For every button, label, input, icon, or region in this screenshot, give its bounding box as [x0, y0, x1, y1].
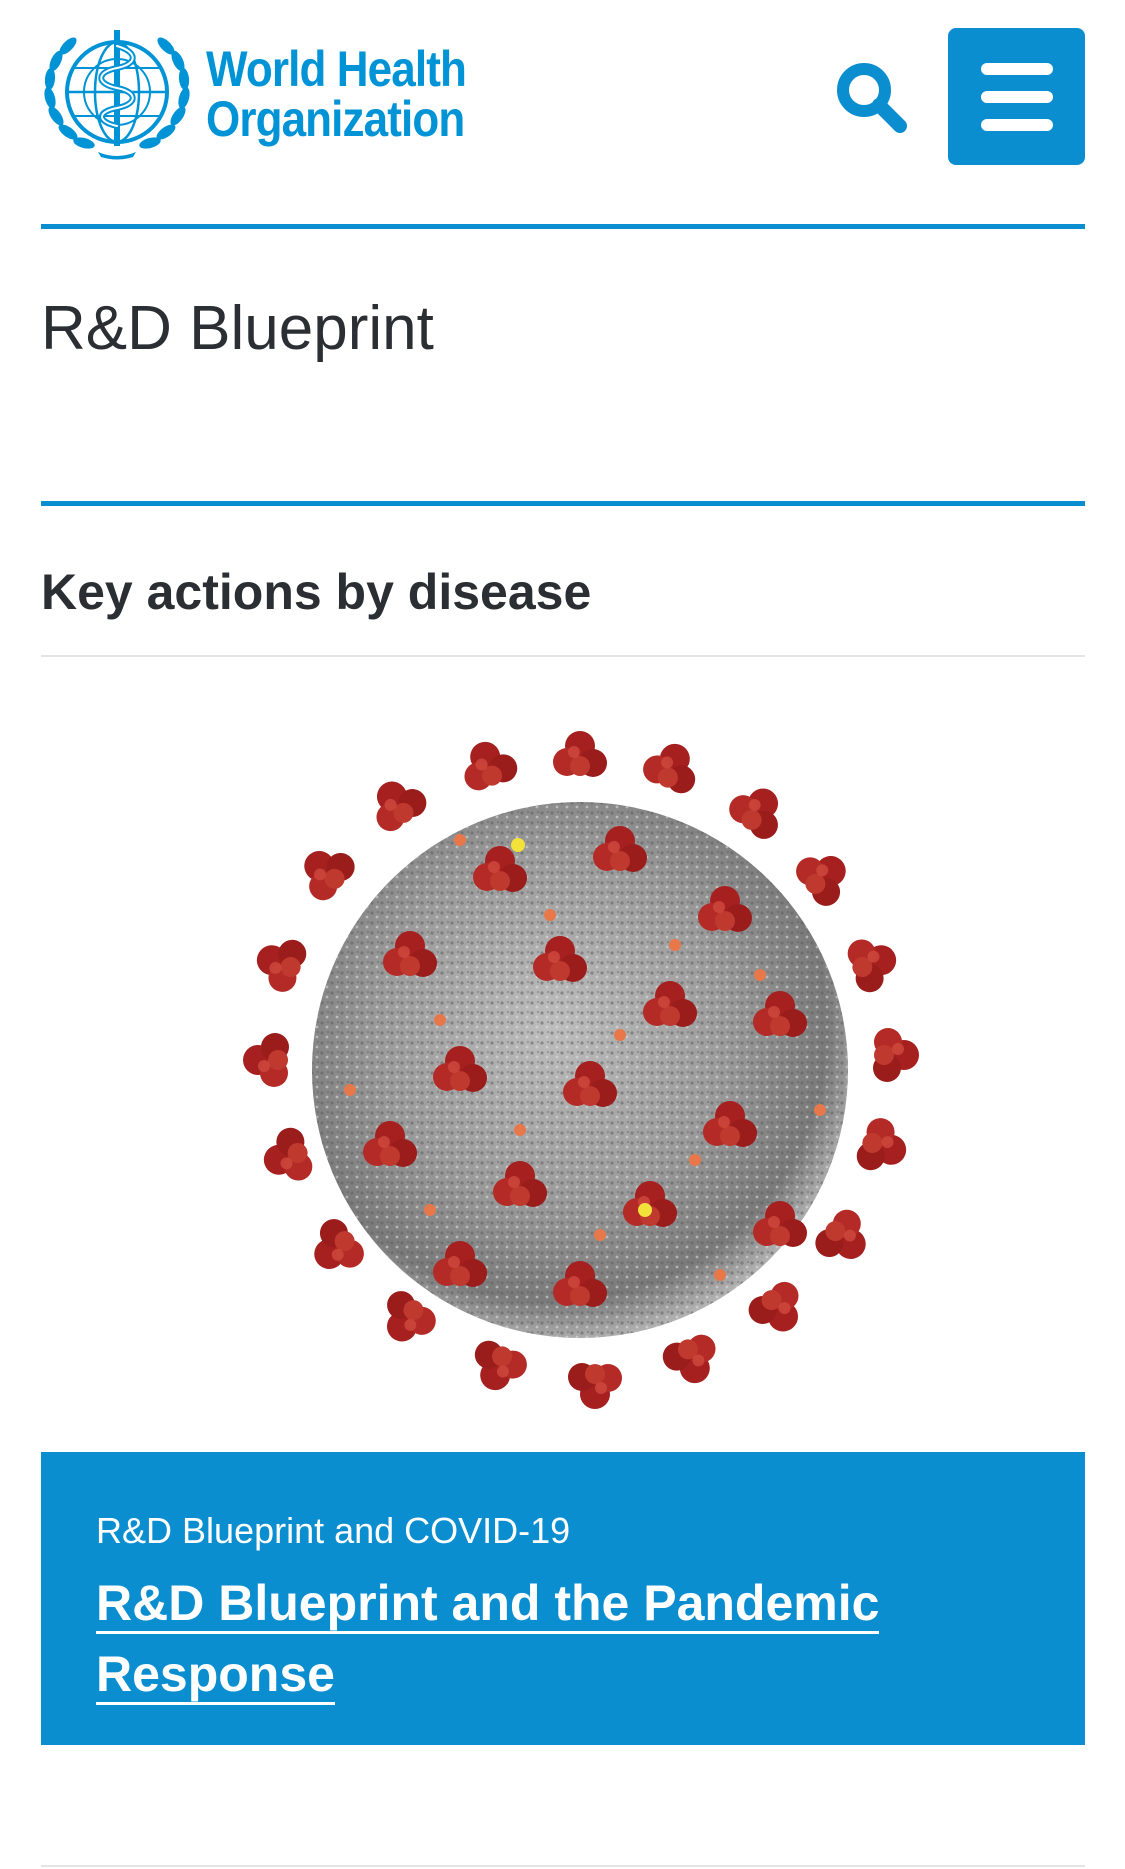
section-heading: Key actions by disease [41, 564, 592, 620]
footer-divider [41, 1865, 1085, 1867]
hamburger-icon [980, 62, 1053, 75]
site-header: World Health Organization [0, 0, 1125, 190]
hamburger-icon-bar [980, 90, 1053, 103]
section-divider [41, 655, 1085, 657]
card-kicker: R&D Blueprint and COVID-19 [96, 1510, 571, 1551]
who-wordmark: World Health Organization [206, 41, 467, 147]
header-divider [41, 224, 1085, 229]
page: World Health Organization R&D Blueprint … [0, 0, 1125, 1869]
card-banner: R&D Blueprint and COVID-19 R&D Blueprint… [41, 1452, 1085, 1745]
hamburger-icon-bar [980, 118, 1053, 131]
card-title-link[interactable]: R&D Blueprint and the Pandemic Response [96, 1568, 1031, 1710]
search-button[interactable] [822, 48, 922, 148]
logo-line-1: World Health [206, 41, 467, 97]
coronavirus-image[interactable] [200, 690, 960, 1450]
who-emblem-icon [44, 30, 190, 160]
logo-line-2: Organization [206, 91, 465, 147]
card-title-line-2: Response [96, 1646, 335, 1705]
page-title: R&D Blueprint [41, 294, 434, 363]
search-icon [837, 63, 907, 133]
title-divider [41, 501, 1085, 506]
menu-button[interactable] [948, 28, 1085, 165]
card-title-line-1: R&D Blueprint and the Pandemic [96, 1575, 880, 1634]
who-logo-link[interactable]: World Health Organization [38, 24, 501, 164]
